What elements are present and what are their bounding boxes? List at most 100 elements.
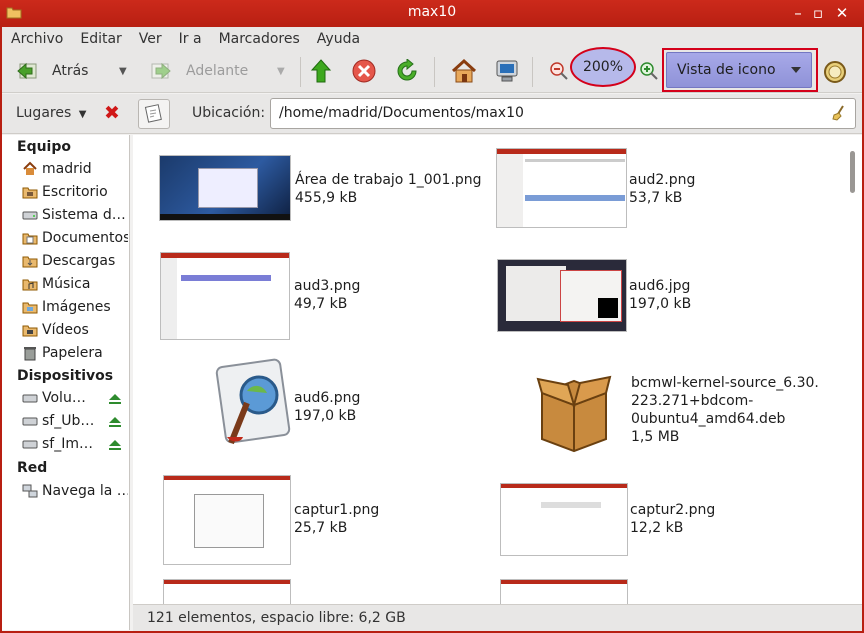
sidebar-item-descargas[interactable]: Descargas (22, 253, 128, 269)
network-icon (22, 484, 38, 498)
toolbar-separator (532, 57, 533, 87)
sidebar-item-sf-imagenes[interactable]: sf_Im… (22, 436, 106, 452)
thumbnail-image (160, 252, 290, 340)
filesystem-icon (22, 211, 38, 220)
menu-ver[interactable]: Ver (139, 31, 162, 47)
eject-icon[interactable] (108, 393, 122, 405)
file-thumbnail-partial[interactable] (500, 579, 628, 604)
places-dropdown[interactable]: Lugares ▼ (16, 105, 86, 121)
search-button[interactable] (822, 58, 850, 86)
eject-icon[interactable] (108, 439, 122, 451)
image-viewer-icon (215, 358, 291, 445)
file-name: aud6.png (294, 390, 361, 406)
location-path: /home/madrid/Documentos/max10 (279, 105, 524, 121)
chevron-down-icon (791, 67, 801, 73)
file-name-line: 0ubuntu4_amd64.deb (631, 411, 786, 427)
file-size: 455,9 kB (295, 190, 358, 206)
sidebar-item-documentos[interactable]: Documentos (22, 230, 128, 246)
zoom-out-button[interactable] (550, 62, 568, 80)
up-button[interactable] (310, 58, 332, 84)
file-thumbnail-partial[interactable] (163, 579, 291, 604)
zoom-level[interactable]: 200% (570, 47, 636, 87)
close-window-button[interactable]: ✕ (832, 3, 852, 23)
menu-archivo[interactable]: Archivo (11, 31, 63, 47)
drive-icon (22, 417, 38, 426)
view-mode-select[interactable]: Vista de icono (666, 52, 812, 88)
thumbnail-image (500, 483, 628, 556)
clear-broom-icon[interactable] (831, 105, 847, 121)
minimize-button[interactable]: – (788, 3, 808, 23)
sidebar-item-videos[interactable]: Vídeos (22, 322, 128, 338)
toolbar-separator (300, 57, 301, 87)
zoom-out-icon (550, 62, 568, 80)
sidebar-item-musica[interactable]: Música (22, 276, 128, 292)
scrollbar-thumb[interactable] (850, 151, 855, 193)
eject-icon[interactable] (108, 416, 122, 428)
file-size: 53,7 kB (629, 190, 683, 206)
reload-button[interactable] (395, 59, 419, 83)
file-name-line: bcmwl-kernel-source_6.30. (631, 375, 819, 391)
trash-icon (24, 347, 36, 361)
zoom-in-button[interactable] (640, 62, 658, 80)
file-name: aud2.png (629, 172, 696, 188)
back-button[interactable]: Atrás (16, 61, 88, 81)
sidebar-item-volumen[interactable]: Volu… (22, 390, 106, 406)
pictures-folder-icon (22, 302, 38, 314)
sidebar-item-imagenes[interactable]: Imágenes (22, 299, 128, 315)
sidebar-item-madrid[interactable]: madrid (22, 161, 128, 177)
location-label: Ubicación: (192, 105, 266, 121)
thumbnail-image (159, 155, 291, 221)
sidebar-item-sf-ubuntu[interactable]: sf_Ub… (22, 413, 106, 429)
videos-folder-icon (22, 325, 38, 337)
file-size: 197,0 kB (629, 296, 692, 312)
sidebar-item-navega-red[interactable]: Navega la … (22, 483, 128, 499)
sidebar-item-papelera[interactable]: Papelera (22, 345, 128, 361)
file-name: captur2.png (630, 502, 716, 518)
section-red: Red (17, 460, 48, 476)
close-sidebar-icon[interactable]: ✖ (104, 102, 120, 124)
file-icon-view: Área de trabajo 1_001.png 455,9 kB aud2.… (133, 135, 847, 604)
file-size: 197,0 kB (294, 408, 357, 424)
file-name-line: 223.271+bdcom- (631, 393, 754, 409)
section-equipo: Equipo (17, 139, 71, 155)
maximize-button[interactable]: ▫ (808, 3, 828, 23)
forward-button[interactable]: Adelante (150, 61, 248, 81)
computer-icon (496, 60, 518, 82)
reload-icon (397, 59, 417, 81)
home-button[interactable] (450, 57, 478, 85)
computer-button[interactable] (494, 58, 520, 84)
section-dispositivos: Dispositivos (17, 368, 114, 384)
file-name: aud6.jpg (629, 278, 691, 294)
status-bar: 121 elementos, espacio libre: 6,2 GB (133, 604, 862, 631)
drive-icon (22, 394, 38, 403)
file-item[interactable]: aud6.png 197,0 kB (213, 357, 360, 451)
file-item[interactable]: bcmwl-kernel-source_6.30. 223.271+bdcom-… (536, 363, 819, 457)
sidebar-item-escritorio[interactable]: Escritorio (22, 184, 128, 200)
forward-history-dropdown[interactable]: ▼ (277, 66, 285, 77)
documents-folder-icon (22, 233, 38, 245)
sidebar: Equipo madrid Escritorio Sistema d… Docu… (2, 135, 130, 630)
file-name: aud3.png (294, 278, 361, 294)
drive-icon (22, 440, 38, 449)
thumbnail-image (496, 148, 627, 228)
menu-ayuda[interactable]: Ayuda (317, 31, 360, 47)
forward-label: Adelante (186, 63, 249, 79)
file-name: captur1.png (294, 502, 380, 518)
window-title: max10 (407, 4, 457, 20)
package-box-icon (536, 375, 612, 453)
location-input[interactable]: /home/madrid/Documentos/max10 (270, 98, 856, 129)
toggle-location-entry-button[interactable] (138, 99, 170, 129)
home-icon (451, 58, 477, 83)
back-history-dropdown[interactable]: ▼ (119, 66, 127, 77)
back-label: Atrás (52, 63, 89, 79)
thumbnail-image (163, 475, 291, 565)
menu-marcadores[interactable]: Marcadores (219, 31, 300, 47)
menu-editar[interactable]: Editar (80, 31, 121, 47)
file-size: 12,2 kB (630, 520, 684, 536)
stop-button[interactable] (352, 59, 376, 83)
vertical-scrollbar[interactable] (847, 135, 862, 604)
zoom-in-icon (640, 62, 658, 80)
location-bar: Lugares ▼ ✖ Ubicación: /home/madrid/Docu… (2, 94, 862, 134)
sidebar-item-sistema[interactable]: Sistema d… (22, 207, 128, 223)
menu-ir-a[interactable]: Ir a (179, 31, 202, 47)
